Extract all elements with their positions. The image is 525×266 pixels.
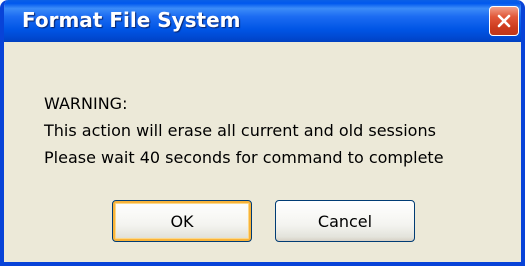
- ok-button[interactable]: OK: [112, 200, 252, 242]
- wait-message-line: Please wait 40 seconds for command to co…: [44, 148, 444, 167]
- warning-heading: WARNING:: [44, 94, 128, 113]
- cancel-button[interactable]: Cancel: [275, 200, 415, 242]
- dialog-title: Format File System: [22, 8, 241, 32]
- format-file-system-dialog: Format File System WARNING: This action …: [0, 0, 525, 266]
- close-icon: [497, 14, 511, 28]
- close-button[interactable]: [489, 6, 519, 36]
- title-bar[interactable]: Format File System: [4, 0, 521, 42]
- warning-message-line: This action will erase all current and o…: [44, 121, 436, 140]
- dialog-content: WARNING: This action will erase all curr…: [4, 42, 521, 262]
